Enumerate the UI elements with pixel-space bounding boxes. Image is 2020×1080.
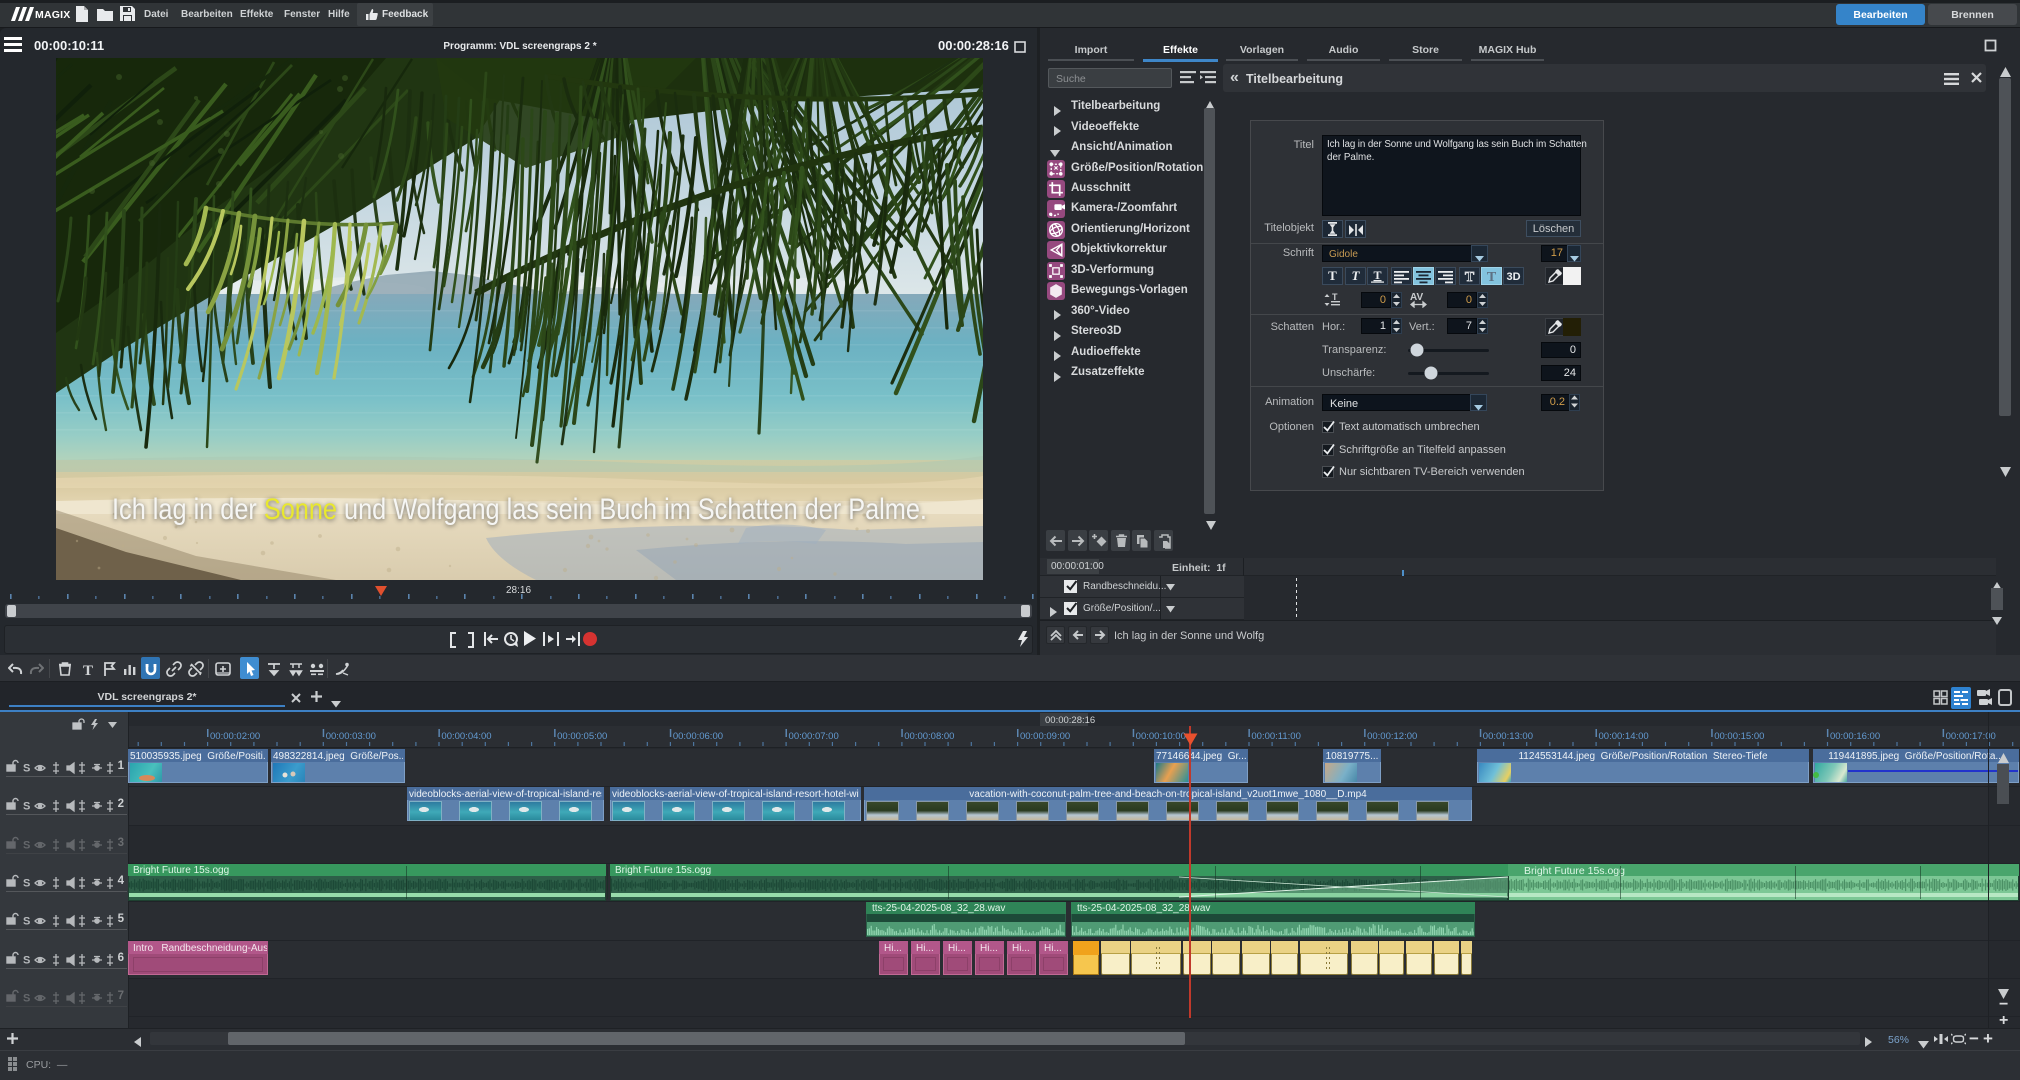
svg-text:MAGIX: MAGIX (35, 9, 70, 21)
svg-text:T: T (1465, 270, 1475, 285)
svg-text:T: T (1332, 292, 1338, 302)
svg-text:T: T (1352, 268, 1361, 283)
svg-text:T: T (83, 663, 93, 677)
svg-text:S: S (23, 763, 30, 775)
svg-text:AV: AV (1410, 292, 1423, 303)
svg-text:S: S (23, 993, 30, 1005)
svg-text:S: S (23, 801, 30, 813)
svg-text:S: S (23, 955, 30, 967)
svg-text:T: T (1487, 270, 1497, 285)
svg-text:T: T (1373, 268, 1381, 282)
svg-text:3D: 3D (1506, 271, 1520, 283)
svg-text:S: S (23, 840, 30, 852)
svg-text:T: T (1328, 268, 1337, 283)
svg-text:S: S (23, 878, 30, 890)
svg-text:S: S (23, 916, 30, 928)
